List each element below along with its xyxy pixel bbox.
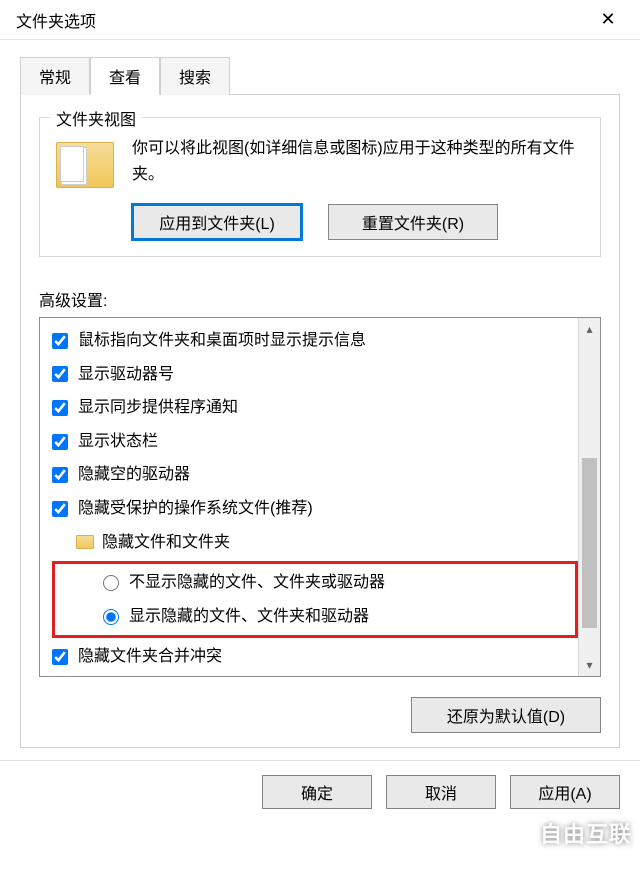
opt-sync-notify[interactable]: 显示同步提供程序通知 (52, 391, 578, 425)
window-title: 文件夹选项 (16, 8, 588, 32)
checkbox[interactable] (52, 649, 68, 665)
scroll-up-icon[interactable]: ▴ (579, 318, 600, 340)
folder-icon (76, 535, 94, 549)
scroll-thumb[interactable] (582, 458, 597, 628)
opt-hide-protected[interactable]: 隐藏受保护的操作系统文件(推荐) (52, 492, 578, 526)
advanced-settings-list: 鼠标指向文件夹和桌面项时显示提示信息 显示驱动器号 显示同步提供程序通知 显示状… (39, 317, 601, 677)
tab-general[interactable]: 常规 (20, 57, 90, 95)
dialog-footer: 确定 取消 应用(A) (0, 760, 640, 823)
opt-merge-conflict[interactable]: 隐藏文件夹合并冲突 (52, 640, 578, 674)
radio[interactable] (103, 609, 119, 625)
scrollbar[interactable]: ▴ ▾ (578, 318, 600, 676)
scroll-down-icon[interactable]: ▾ (579, 654, 600, 676)
highlight-box: 不显示隐藏的文件、文件夹或驱动器 显示隐藏的文件、文件夹和驱动器 (52, 561, 578, 638)
radio[interactable] (103, 575, 119, 591)
checkbox[interactable] (52, 434, 68, 450)
radio-dont-show-hidden[interactable]: 不显示隐藏的文件、文件夹或驱动器 (55, 566, 575, 600)
opt-hide-empty-drives[interactable]: 隐藏空的驱动器 (52, 458, 578, 492)
opt-drive-letter[interactable]: 显示驱动器号 (52, 358, 578, 392)
radio-show-hidden[interactable]: 显示隐藏的文件、文件夹和驱动器 (55, 600, 575, 634)
apply-button[interactable]: 应用(A) (510, 775, 620, 809)
tab-panel-view: 文件夹视图 你可以将此视图(如详细信息或图标)应用于这种类型的所有文件夹。 应用… (20, 95, 620, 748)
checkbox[interactable] (52, 366, 68, 382)
opt-statusbar[interactable]: 显示状态栏 (52, 425, 578, 459)
cancel-button[interactable]: 取消 (386, 775, 496, 809)
folder-views-description: 你可以将此视图(如详细信息或图标)应用于这种类型的所有文件夹。 (132, 136, 586, 188)
advanced-settings-label: 高级设置: (39, 287, 601, 311)
folder-views-legend: 文件夹视图 (50, 106, 142, 130)
tab-view[interactable]: 查看 (90, 57, 160, 95)
opt-tooltip[interactable]: 鼠标指向文件夹和桌面项时显示提示信息 (52, 324, 578, 358)
tab-search[interactable]: 搜索 (160, 57, 230, 95)
folder-views-group: 文件夹视图 你可以将此视图(如详细信息或图标)应用于这种类型的所有文件夹。 应用… (39, 117, 601, 257)
checkbox[interactable] (52, 501, 68, 517)
folder-icon (56, 142, 114, 188)
checkbox[interactable] (52, 333, 68, 349)
restore-defaults-button[interactable]: 还原为默认值(D) (411, 697, 601, 733)
apply-to-folders-button[interactable]: 应用到文件夹(L) (132, 204, 302, 240)
grp-hidden-files: 隐藏文件和文件夹 (52, 526, 578, 560)
checkbox[interactable] (52, 467, 68, 483)
opt-hide-extensions[interactable]: 隐藏已知文件类型的扩展名 (52, 674, 578, 677)
ok-button[interactable]: 确定 (262, 775, 372, 809)
dialog-body: 常规 查看 搜索 文件夹视图 你可以将此视图(如详细信息或图标)应用于这种类型的… (0, 40, 640, 760)
checkbox[interactable] (52, 400, 68, 416)
close-icon[interactable]: ✕ (588, 5, 628, 35)
titlebar: 文件夹选项 ✕ (0, 0, 640, 40)
tab-strip: 常规 查看 搜索 (20, 56, 620, 95)
reset-folders-button[interactable]: 重置文件夹(R) (328, 204, 498, 240)
